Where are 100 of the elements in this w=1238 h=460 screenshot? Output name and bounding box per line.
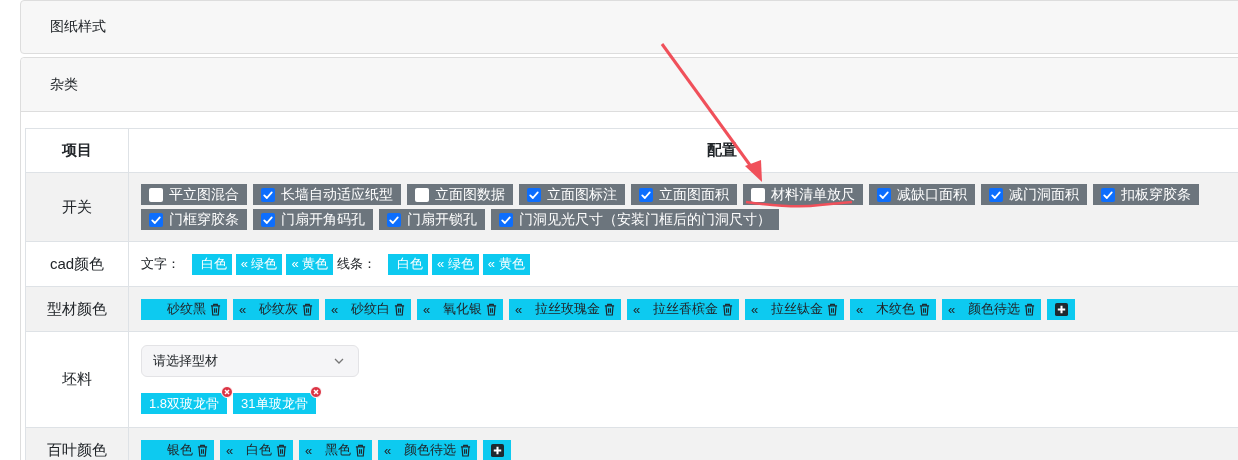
add-button[interactable]	[1047, 298, 1075, 320]
color-name: 砂纹灰	[259, 300, 298, 318]
column-header: 配置	[128, 128, 1238, 173]
trash-icon[interactable]	[210, 302, 221, 316]
checkbox-option[interactable]: 立面图面积	[631, 184, 737, 205]
color-name: 拉丝钛金	[771, 300, 823, 318]
checkbox-option[interactable]: 立面图数据	[407, 184, 513, 205]
material-select[interactable]: 请选择型材	[141, 345, 359, 377]
remove-icon[interactable]	[221, 386, 234, 398]
trash-icon[interactable]	[827, 302, 838, 316]
checkbox[interactable]	[149, 212, 163, 227]
color-tag[interactable]: « 拉丝钛金	[745, 298, 844, 320]
trash-icon[interactable]	[1024, 302, 1035, 316]
move-left-link[interactable]: «	[515, 301, 527, 317]
move-left-link[interactable]: «	[226, 442, 238, 458]
trash-icon[interactable]	[919, 302, 930, 316]
trash-icon[interactable]	[486, 302, 497, 316]
checkbox-option[interactable]: 减门洞面积	[981, 184, 1087, 205]
row-label: 百叶颜色	[25, 427, 129, 460]
option-label: 材料清单放尺	[771, 185, 855, 204]
color-tag[interactable]: 银色	[141, 439, 214, 460]
checkbox-option[interactable]: 门扇开锁孔	[379, 209, 485, 230]
checkbox-option[interactable]: 立面图标注	[519, 184, 625, 205]
checkbox-option[interactable]: 材料清单放尺	[743, 184, 863, 205]
checkbox-option[interactable]: 扣板穿胶条	[1093, 184, 1199, 205]
group-label: 线条：	[337, 255, 377, 273]
color-name: 拉丝香槟金	[653, 300, 718, 318]
checkbox[interactable]	[877, 187, 891, 202]
row-label: 坯料	[25, 331, 129, 428]
checkbox-option[interactable]: 门扇开角码孔	[253, 209, 373, 230]
group-label: 文字：	[141, 255, 180, 273]
color-name: 黑色	[325, 441, 351, 459]
move-left-link[interactable]: «	[751, 301, 763, 317]
option-label: 门框穿胶条	[169, 210, 239, 229]
checkbox[interactable]	[261, 187, 275, 202]
trash-icon[interactable]	[394, 302, 405, 316]
plus-icon	[1054, 302, 1068, 316]
remove-icon[interactable]	[309, 386, 322, 398]
color-tag[interactable]: « 颜色待选	[942, 298, 1041, 320]
checkbox-option[interactable]: 长墙自动适应纸型	[253, 184, 401, 205]
checkbox[interactable]	[387, 212, 401, 227]
move-left-link[interactable]: «	[633, 301, 645, 317]
trash-icon[interactable]	[355, 443, 366, 457]
row-label: 开关	[25, 172, 129, 242]
color-name: 砂纹白	[351, 300, 390, 318]
trash-icon[interactable]	[460, 443, 471, 457]
move-left-link[interactable]: «	[305, 442, 317, 458]
trash-icon[interactable]	[276, 443, 287, 457]
column-header: 项目	[25, 128, 129, 173]
checkbox[interactable]	[149, 187, 163, 202]
panel-header[interactable]: 图纸样式	[20, 0, 1238, 54]
checkbox-option[interactable]: 门洞见光尺寸（安装门框后的门洞尺寸）	[491, 209, 779, 230]
color-tag[interactable]: « 砂纹白	[325, 298, 411, 320]
color-tag[interactable]: « 颜色待选	[378, 439, 477, 460]
checkbox[interactable]	[261, 212, 275, 227]
trash-icon[interactable]	[197, 443, 208, 457]
option-label: 平立图混合	[169, 185, 239, 204]
option-label: 长墙自动适应纸型	[281, 185, 393, 204]
color-tag[interactable]: « 砂纹灰	[233, 298, 319, 320]
option-label: 立面图数据	[435, 185, 505, 204]
option-label: 减门洞面积	[1009, 185, 1079, 204]
color-tag[interactable]: « 木纹色	[850, 298, 936, 320]
checkbox-option[interactable]: 减缺口面积	[869, 184, 975, 205]
move-left-link[interactable]: «	[856, 301, 868, 317]
color-tag[interactable]: « 氧化银	[417, 298, 503, 320]
checkbox-option[interactable]: 平立图混合	[141, 184, 247, 205]
trash-icon[interactable]	[722, 302, 733, 316]
move-left-link[interactable]: «	[384, 442, 396, 458]
add-button[interactable]	[483, 439, 511, 460]
move-left-link[interactable]: «	[423, 301, 435, 317]
color-tag[interactable]: 砂纹黑	[141, 298, 227, 320]
checkbox[interactable]	[1101, 187, 1115, 202]
color-name: 木纹色	[876, 300, 915, 318]
checkbox[interactable]	[639, 187, 653, 202]
color-name: 颜色待选	[968, 300, 1020, 318]
checkbox-option[interactable]: 门框穿胶条	[141, 209, 247, 230]
plus-icon	[490, 443, 504, 457]
color-tag[interactable]: « 白色	[220, 439, 293, 460]
color-tag[interactable]: « 拉丝香槟金	[627, 298, 739, 320]
color-name: 颜色待选	[404, 441, 456, 459]
checkbox[interactable]	[499, 212, 513, 227]
row-label: 型材颜色	[25, 286, 129, 332]
option-label: 门洞见光尺寸（安装门框后的门洞尺寸）	[519, 210, 771, 229]
checkbox[interactable]	[527, 187, 541, 202]
checkbox[interactable]	[989, 187, 1003, 202]
chevron-down-icon	[334, 358, 344, 364]
move-left-link[interactable]: «	[948, 301, 960, 317]
color-tag[interactable]: « 黑色	[299, 439, 372, 460]
color-name: 银色	[167, 441, 193, 459]
checkbox[interactable]	[751, 187, 765, 202]
trash-icon[interactable]	[302, 302, 313, 316]
checkbox[interactable]	[415, 187, 429, 202]
option-label: 扣板穿胶条	[1121, 185, 1191, 204]
color-tag[interactable]: « 拉丝玫瑰金	[509, 298, 621, 320]
trash-icon[interactable]	[604, 302, 615, 316]
move-left-link[interactable]: «	[331, 301, 343, 317]
panel-header[interactable]: 杂类	[21, 58, 1238, 112]
color-name: 白色	[246, 441, 272, 459]
color-name: 氧化银	[443, 300, 482, 318]
move-left-link[interactable]: «	[239, 301, 251, 317]
